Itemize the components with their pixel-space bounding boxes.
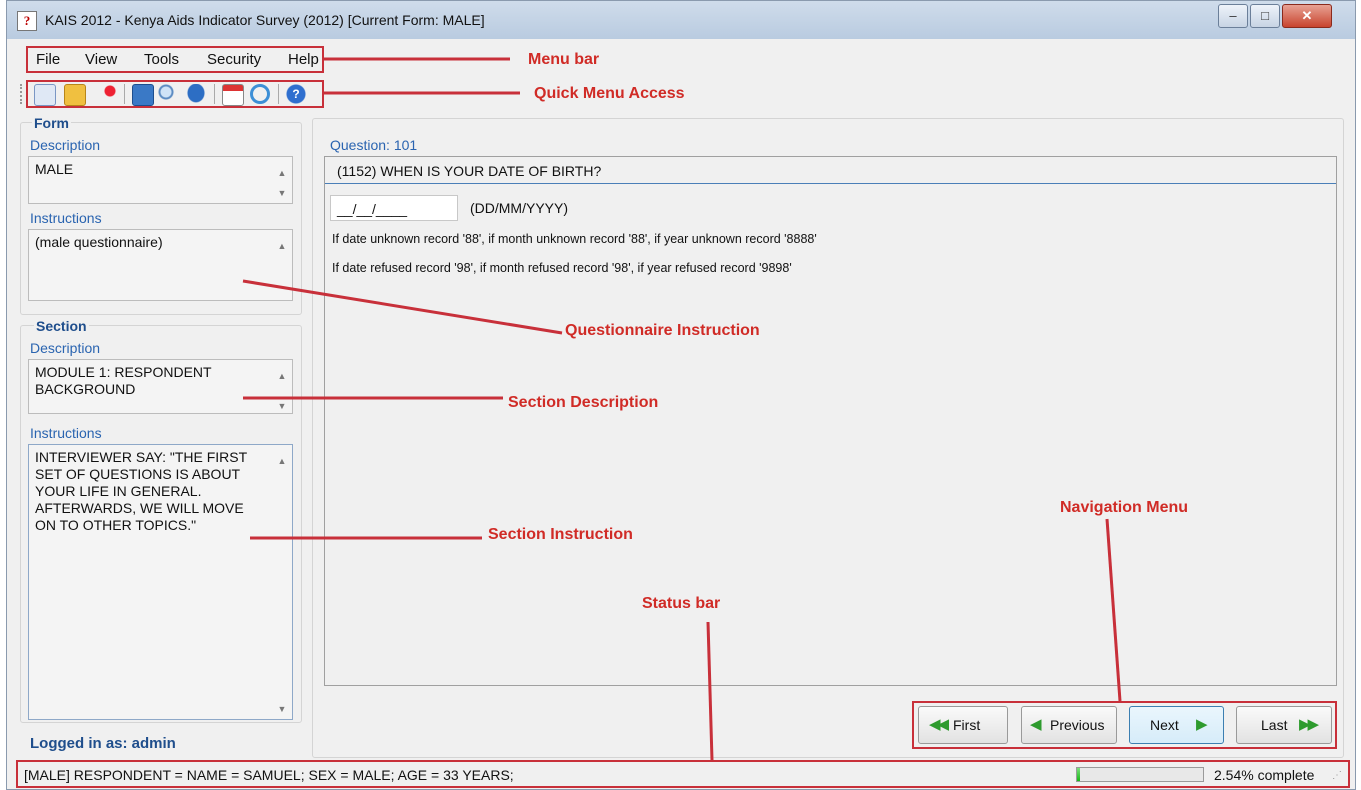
annotation-questionnaire-instruction: Questionnaire Instruction bbox=[565, 322, 760, 339]
annotation-navigation-menu: Navigation Menu bbox=[1060, 499, 1189, 516]
annotation-status-bar: Status bar bbox=[642, 595, 721, 612]
annotation-section-description: Section Description bbox=[508, 394, 659, 411]
status-bar-pointer bbox=[706, 621, 714, 761]
annotation-section-instruction: Section Instruction bbox=[488, 526, 633, 543]
annotation-quick-menu: Quick Menu Access bbox=[534, 85, 685, 102]
questionnaire-instruction-pointer bbox=[242, 279, 563, 335]
annotation-menu-bar: Menu bar bbox=[528, 51, 600, 68]
annotation-lines bbox=[242, 57, 1122, 761]
navigation-menu-pointer bbox=[1105, 518, 1122, 702]
